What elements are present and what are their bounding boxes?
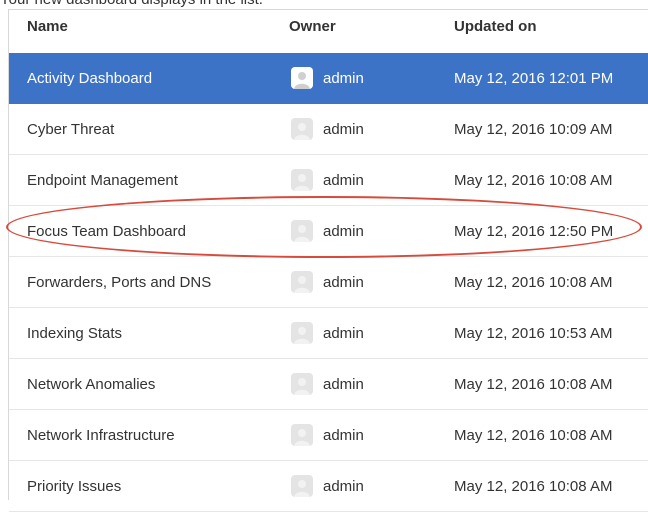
dashboard-name-link[interactable]: Focus Team Dashboard (27, 223, 186, 240)
user-avatar-icon (291, 271, 313, 293)
updated-timestamp: May 12, 2016 10:08 AM (454, 274, 613, 291)
owner-name: admin (323, 121, 364, 138)
dashboard-name-link[interactable]: Forwarders, Ports and DNS (27, 274, 211, 291)
updated-timestamp: May 12, 2016 12:01 PM (454, 70, 614, 87)
table-row[interactable]: Focus Team Dashboard admin May 12, 2016 … (9, 206, 648, 257)
table-row[interactable]: Network Anomalies admin May 12, 2016 10:… (9, 359, 648, 410)
dashboard-name-link[interactable]: Endpoint Management (27, 172, 178, 189)
column-header-owner[interactable]: Owner (289, 18, 336, 35)
owner-name: admin (323, 223, 364, 240)
updated-timestamp: May 12, 2016 12:50 PM (454, 223, 614, 240)
owner-name: admin (323, 325, 364, 342)
user-avatar-icon (291, 424, 313, 446)
updated-timestamp: May 12, 2016 10:53 AM (454, 325, 613, 342)
user-avatar-icon (291, 475, 313, 497)
dashboard-list-table: Name Owner Updated on Activity Dashboard… (8, 9, 648, 512)
table-body: Activity Dashboard admin May 12, 2016 12… (9, 53, 648, 512)
dashboard-name-link[interactable]: Network Anomalies (27, 376, 155, 393)
updated-timestamp: May 12, 2016 10:09 AM (454, 121, 613, 138)
owner-name: admin (323, 70, 364, 87)
dashboard-name-link[interactable]: Cyber Threat (27, 121, 114, 138)
user-avatar-icon (291, 169, 313, 191)
column-header-updated-on[interactable]: Updated on (454, 18, 537, 35)
user-avatar-icon (291, 373, 313, 395)
dashboard-name-link[interactable]: Priority Issues (27, 478, 121, 495)
owner-name: admin (323, 172, 364, 189)
table-row[interactable]: Indexing Stats admin May 12, 2016 10:53 … (9, 308, 648, 359)
table-row[interactable]: Priority Issues admin May 12, 2016 10:08… (9, 461, 648, 512)
updated-timestamp: May 12, 2016 10:08 AM (454, 478, 613, 495)
dashboard-name-link[interactable]: Activity Dashboard (27, 70, 152, 87)
updated-timestamp: May 12, 2016 10:08 AM (454, 172, 613, 189)
user-avatar-icon (291, 220, 313, 242)
owner-name: admin (323, 478, 364, 495)
user-avatar-icon (291, 67, 313, 89)
owner-name: admin (323, 274, 364, 291)
user-avatar-icon (291, 322, 313, 344)
updated-timestamp: May 12, 2016 10:08 AM (454, 427, 613, 444)
instruction-caption: Your new dashboard displays in the list. (0, 0, 263, 8)
table-row[interactable]: Activity Dashboard admin May 12, 2016 12… (9, 53, 648, 104)
dashboard-name-link[interactable]: Indexing Stats (27, 325, 122, 342)
user-avatar-icon (291, 118, 313, 140)
dashboard-name-link[interactable]: Network Infrastructure (27, 427, 175, 444)
owner-name: admin (323, 376, 364, 393)
owner-name: admin (323, 427, 364, 444)
table-header: Name Owner Updated on (9, 10, 648, 50)
updated-timestamp: May 12, 2016 10:08 AM (454, 376, 613, 393)
column-header-name[interactable]: Name (27, 18, 68, 35)
table-row[interactable]: Network Infrastructure admin May 12, 201… (9, 410, 648, 461)
table-row[interactable]: Endpoint Management admin May 12, 2016 1… (9, 155, 648, 206)
table-row[interactable]: Cyber Threat admin May 12, 2016 10:09 AM (9, 104, 648, 155)
table-row[interactable]: Forwarders, Ports and DNS admin May 12, … (9, 257, 648, 308)
